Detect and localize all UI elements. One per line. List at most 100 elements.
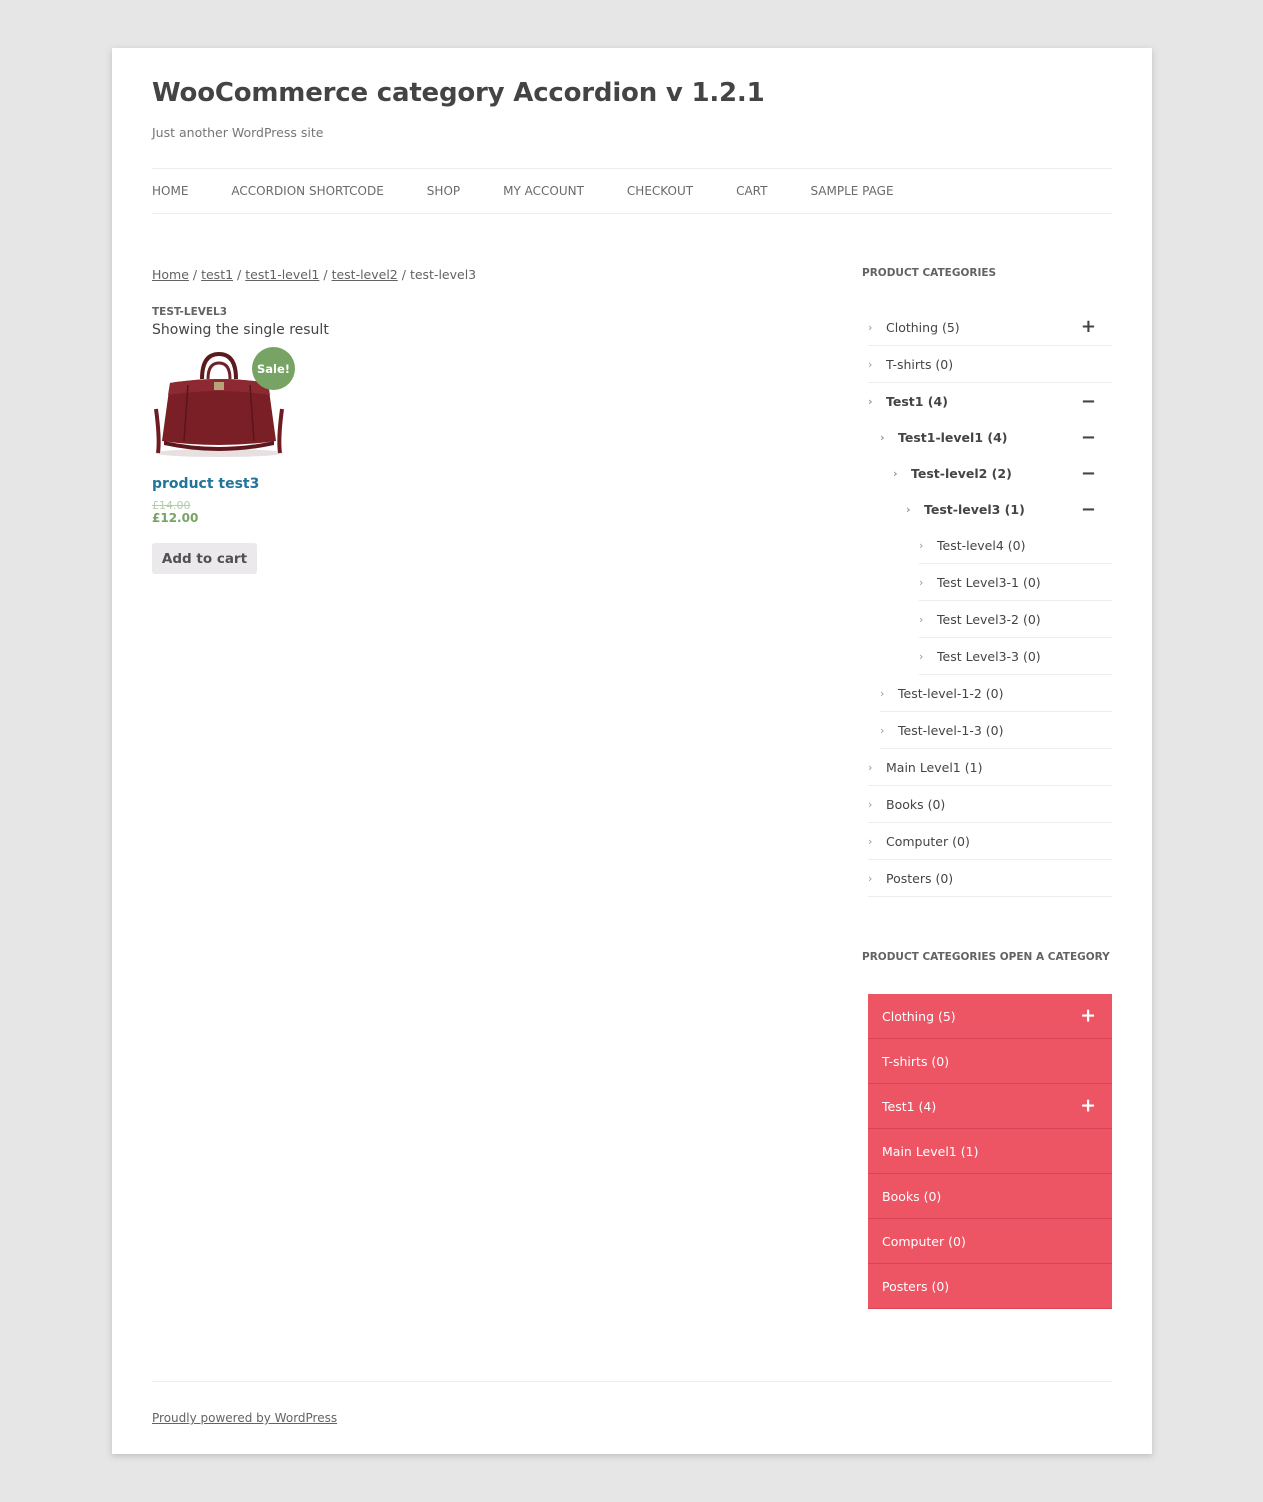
chevron-right-icon: › bbox=[880, 431, 885, 444]
category-label: Computer (0) bbox=[882, 1233, 966, 1249]
red-category-item-posters[interactable]: Posters (0) bbox=[868, 1264, 1112, 1309]
chevron-right-icon: › bbox=[919, 612, 924, 626]
breadcrumb-test-level2[interactable]: test-level2 bbox=[332, 267, 398, 282]
chevron-right-icon: › bbox=[919, 575, 924, 589]
expand-plus-icon[interactable]: + bbox=[1080, 1006, 1096, 1026]
collapse-minus-icon[interactable]: − bbox=[1081, 500, 1096, 519]
category-item-clothing[interactable]: › Clothing (5) + bbox=[868, 309, 1112, 346]
nav-sample-page[interactable]: SAMPLE PAGE bbox=[810, 184, 893, 198]
category-accordion-red: Clothing (5) + T-shirts (0) Test1 (4) + … bbox=[868, 994, 1112, 1309]
footer-divider bbox=[152, 1381, 1112, 1382]
breadcrumb-test1[interactable]: test1 bbox=[201, 267, 233, 282]
category-label: Main Level1 (1) bbox=[886, 759, 983, 775]
category-label: Test1 (4) bbox=[886, 394, 948, 409]
category-label: T-shirts (0) bbox=[882, 1053, 950, 1069]
chevron-right-icon: › bbox=[919, 649, 924, 663]
category-label: Test-level4 (0) bbox=[937, 537, 1026, 553]
chevron-right-icon: › bbox=[906, 503, 911, 516]
chevron-right-icon: › bbox=[868, 797, 873, 811]
result-count: Showing the single result bbox=[152, 322, 329, 338]
sale-badge: Sale! bbox=[252, 347, 295, 390]
category-label: Test-level2 (2) bbox=[911, 466, 1012, 481]
red-category-item-clothing[interactable]: Clothing (5) + bbox=[868, 994, 1112, 1039]
nav-checkout[interactable]: CHECKOUT bbox=[627, 184, 693, 198]
collapse-minus-icon[interactable]: − bbox=[1081, 428, 1096, 447]
nav-shop[interactable]: SHOP bbox=[427, 184, 460, 198]
site-description: Just another WordPress site bbox=[152, 125, 324, 140]
nav-home[interactable]: HOME bbox=[152, 184, 188, 198]
category-label: Test-level-1-3 (0) bbox=[898, 722, 1004, 738]
expand-plus-icon[interactable]: + bbox=[1081, 318, 1096, 336]
add-to-cart-button[interactable]: Add to cart bbox=[152, 543, 257, 574]
chevron-right-icon: › bbox=[868, 320, 873, 334]
category-item-tshirts[interactable]: › T-shirts (0) bbox=[868, 346, 1112, 383]
category-item-main-level1[interactable]: › Main Level1 (1) bbox=[868, 749, 1112, 786]
category-item-computer[interactable]: › Computer (0) bbox=[868, 823, 1112, 860]
breadcrumb-separator: / bbox=[188, 267, 202, 282]
category-label: Posters (0) bbox=[882, 1278, 950, 1294]
product-title[interactable]: product test3 bbox=[152, 476, 259, 492]
chevron-right-icon: › bbox=[868, 395, 873, 408]
category-label: Test Level3-1 (0) bbox=[937, 574, 1041, 590]
category-label: Main Level1 (1) bbox=[882, 1143, 979, 1159]
breadcrumb: Home / test1 / test1-level1 / test-level… bbox=[152, 267, 476, 282]
chevron-right-icon: › bbox=[880, 723, 885, 737]
category-label: Books (0) bbox=[886, 796, 946, 812]
chevron-right-icon: › bbox=[868, 357, 873, 371]
breadcrumb-test1-level1[interactable]: test1-level1 bbox=[245, 267, 319, 282]
category-label: Computer (0) bbox=[886, 833, 970, 849]
site-title[interactable]: WooCommerce category Accordion v 1.2.1 bbox=[152, 78, 765, 108]
red-category-item-test1[interactable]: Test1 (4) + bbox=[868, 1084, 1112, 1129]
breadcrumb-home[interactable]: Home bbox=[152, 267, 189, 282]
category-item-test-level3[interactable]: › Test-level3 (1) − bbox=[906, 491, 1112, 528]
chevron-right-icon: › bbox=[868, 871, 873, 885]
footer-credit-link[interactable]: Proudly powered by WordPress bbox=[152, 1411, 337, 1425]
category-item-test-level4[interactable]: › Test-level4 (0) bbox=[919, 527, 1112, 564]
widget-title-product-categories: PRODUCT CATEGORIES bbox=[862, 267, 997, 279]
category-item-test-level3-3[interactable]: › Test Level3-3 (0) bbox=[919, 638, 1112, 675]
expand-plus-icon[interactable]: + bbox=[1080, 1096, 1096, 1116]
category-item-test-level-1-3[interactable]: › Test-level-1-3 (0) bbox=[880, 712, 1112, 749]
nav-accordion-shortcode[interactable]: ACCORDION SHORTCODE bbox=[231, 184, 383, 198]
red-category-item-tshirts[interactable]: T-shirts (0) bbox=[868, 1039, 1112, 1084]
sale-price: £12.00 bbox=[152, 511, 199, 525]
category-label: Test1 (4) bbox=[882, 1098, 937, 1114]
category-label: Books (0) bbox=[882, 1188, 942, 1204]
category-item-test-level-1-2[interactable]: › Test-level-1-2 (0) bbox=[880, 675, 1112, 712]
category-label: Test Level3-3 (0) bbox=[937, 648, 1041, 664]
chevron-right-icon: › bbox=[893, 467, 898, 480]
category-item-books[interactable]: › Books (0) bbox=[868, 786, 1112, 823]
chevron-right-icon: › bbox=[880, 686, 885, 700]
widget-title-open-category: PRODUCT CATEGORIES OPEN A CATEGORY bbox=[862, 951, 1110, 963]
breadcrumb-current: test-level3 bbox=[409, 267, 477, 282]
red-category-item-computer[interactable]: Computer (0) bbox=[868, 1219, 1112, 1264]
chevron-right-icon: › bbox=[868, 834, 873, 848]
page-container: WooCommerce category Accordion v 1.2.1 J… bbox=[112, 48, 1152, 1454]
category-item-test-level3-1[interactable]: › Test Level3-1 (0) bbox=[919, 564, 1112, 601]
red-category-item-books[interactable]: Books (0) bbox=[868, 1174, 1112, 1219]
main-navigation: HOME ACCORDION SHORTCODE SHOP MY ACCOUNT… bbox=[152, 168, 1112, 214]
nav-my-account[interactable]: MY ACCOUNT bbox=[503, 184, 584, 198]
category-label: Test-level-1-2 (0) bbox=[898, 685, 1004, 701]
breadcrumb-separator: / bbox=[319, 267, 332, 282]
category-label: Clothing (5) bbox=[886, 319, 960, 335]
breadcrumb-separator: / bbox=[397, 267, 410, 282]
category-item-test-level2[interactable]: › Test-level2 (2) − bbox=[893, 455, 1112, 492]
category-label: Test Level3-2 (0) bbox=[937, 611, 1041, 627]
category-label: Clothing (5) bbox=[882, 1008, 956, 1024]
category-label: T-shirts (0) bbox=[886, 356, 954, 372]
category-item-posters[interactable]: › Posters (0) bbox=[868, 860, 1112, 897]
category-item-test1-level1[interactable]: › Test1-level1 (4) − bbox=[880, 419, 1112, 456]
category-item-test1[interactable]: › Test1 (4) − bbox=[868, 383, 1112, 420]
nav-cart[interactable]: CART bbox=[736, 184, 767, 198]
category-item-test-level3-2[interactable]: › Test Level3-2 (0) bbox=[919, 601, 1112, 638]
category-label: Test-level3 (1) bbox=[924, 502, 1025, 517]
red-category-item-main-level1[interactable]: Main Level1 (1) bbox=[868, 1129, 1112, 1174]
archive-title: TEST-LEVEL3 bbox=[152, 306, 228, 318]
collapse-minus-icon[interactable]: − bbox=[1081, 464, 1096, 483]
collapse-minus-icon[interactable]: − bbox=[1081, 392, 1096, 411]
chevron-right-icon: › bbox=[919, 538, 924, 552]
category-label: Test1-level1 (4) bbox=[898, 430, 1008, 445]
category-label: Posters (0) bbox=[886, 870, 954, 886]
chevron-right-icon: › bbox=[868, 760, 873, 774]
